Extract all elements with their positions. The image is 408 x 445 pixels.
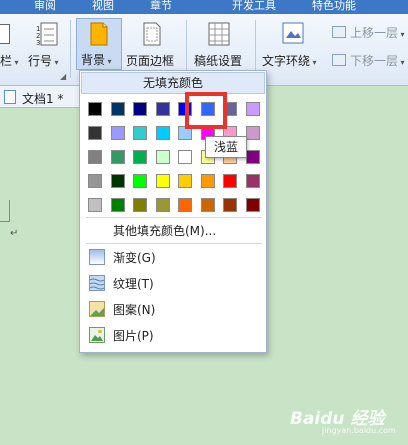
paper-settings-label: 稿纸设置 — [194, 54, 243, 68]
picture-label: 图片(P) — [113, 329, 154, 343]
no-fill-option[interactable]: 无填充颜色 — [81, 72, 265, 94]
document-tab[interactable]: 文档1 * — [0, 86, 82, 108]
pattern-icon — [89, 301, 105, 317]
menu-tab-strip: 审阅 视图 章节 开发工具 特色功能 — [0, 0, 408, 14]
color-swatch[interactable] — [155, 126, 170, 140]
line-number-label: 行号 — [28, 54, 53, 68]
color-swatch[interactable] — [133, 126, 147, 140]
group-expand-icon[interactable]: ◢ — [60, 72, 66, 81]
background-dropdown: 无填充颜色 其他填充颜色(M)... 渐变(G) 纹理(T) 图案(N) 图片(… — [79, 70, 267, 353]
pattern-item[interactable]: 图案(N) — [81, 297, 265, 321]
background-icon — [90, 22, 108, 46]
menu-separator — [86, 243, 262, 244]
color-swatch[interactable] — [88, 198, 102, 212]
text-wrap-label: 文字环绕 — [262, 54, 311, 68]
color-swatch[interactable] — [133, 150, 147, 164]
color-swatch[interactable] — [245, 102, 260, 116]
watermark-url: jingyan.baidu.com — [322, 426, 396, 435]
more-fill-colors-label: 其他填充颜色(M)... — [113, 224, 217, 238]
color-swatch[interactable] — [133, 198, 147, 212]
ribbon-divider — [70, 20, 71, 78]
tab-section[interactable]: 章节 — [150, 0, 172, 13]
color-swatch[interactable] — [178, 198, 192, 212]
color-swatch[interactable] — [133, 102, 147, 116]
color-swatch[interactable] — [178, 174, 192, 188]
color-swatch[interactable] — [88, 126, 102, 140]
document-icon — [4, 90, 16, 104]
color-swatch[interactable] — [110, 150, 125, 164]
texture-label: 纹理(T) — [113, 277, 154, 291]
color-swatch[interactable] — [245, 150, 260, 164]
color-swatch[interactable] — [110, 126, 125, 140]
tab-special-features[interactable]: 特色功能 — [312, 0, 356, 13]
gradient-icon — [89, 249, 105, 265]
pattern-label: 图案(N) — [113, 303, 156, 317]
line-number-icon: 1 2 3 — [36, 22, 58, 46]
page-border-label: 页面边框 — [126, 54, 175, 68]
color-swatch[interactable] — [155, 150, 170, 164]
background-label: 背景 — [81, 53, 106, 67]
color-swatch[interactable] — [88, 150, 102, 164]
color-swatch[interactable] — [155, 198, 170, 212]
tab-review[interactable]: 审阅 — [34, 0, 56, 13]
background-button[interactable]: 背景 ▾ — [76, 18, 122, 70]
paragraph-mark-icon: ↵ — [10, 228, 19, 239]
tab-developer-tools[interactable]: 开发工具 — [232, 0, 276, 13]
columns-label: 栏 — [0, 54, 13, 68]
send-backward-icon — [332, 54, 346, 66]
page-corner-mark — [0, 200, 10, 222]
highlight-box — [185, 92, 227, 129]
gradient-item[interactable]: 渐变(G) — [81, 245, 265, 269]
texture-icon — [89, 275, 105, 291]
color-tooltip: 浅蓝 — [205, 136, 247, 158]
color-swatch[interactable] — [223, 198, 237, 212]
page-border-icon — [143, 22, 161, 46]
color-swatch[interactable] — [200, 174, 215, 188]
picture-item[interactable]: 图片(P) — [81, 323, 265, 347]
color-swatch[interactable] — [245, 198, 260, 212]
texture-item[interactable]: 纹理(T) — [81, 271, 265, 295]
color-swatch[interactable] — [155, 102, 170, 116]
more-fill-colors-item[interactable]: 其他填充颜色(M)... — [81, 218, 265, 242]
color-swatch[interactable] — [245, 126, 260, 140]
tab-view[interactable]: 视图 — [92, 0, 114, 13]
color-swatch[interactable] — [223, 174, 237, 188]
bring-forward-label: 上移一层 — [350, 26, 399, 40]
send-backward-label: 下移一层 — [350, 54, 399, 68]
document-tab-name: 文档1 * — [22, 92, 64, 106]
color-swatch[interactable] — [110, 174, 125, 188]
bring-forward-icon — [332, 26, 346, 38]
color-swatch[interactable] — [88, 174, 102, 188]
columns-icon — [0, 24, 10, 44]
color-swatch[interactable] — [110, 198, 125, 212]
color-swatch[interactable] — [245, 174, 260, 188]
picture-icon — [89, 327, 105, 343]
gradient-label: 渐变(G) — [113, 251, 156, 265]
svg-text:3: 3 — [36, 39, 40, 46]
color-swatch[interactable] — [178, 150, 192, 164]
color-swatch[interactable] — [133, 174, 147, 188]
paper-settings-icon — [208, 22, 230, 46]
text-wrap-icon — [282, 22, 304, 44]
color-swatch[interactable] — [110, 102, 125, 116]
color-swatch[interactable] — [200, 198, 215, 212]
color-swatch[interactable] — [88, 102, 102, 116]
color-swatch[interactable] — [155, 174, 170, 188]
